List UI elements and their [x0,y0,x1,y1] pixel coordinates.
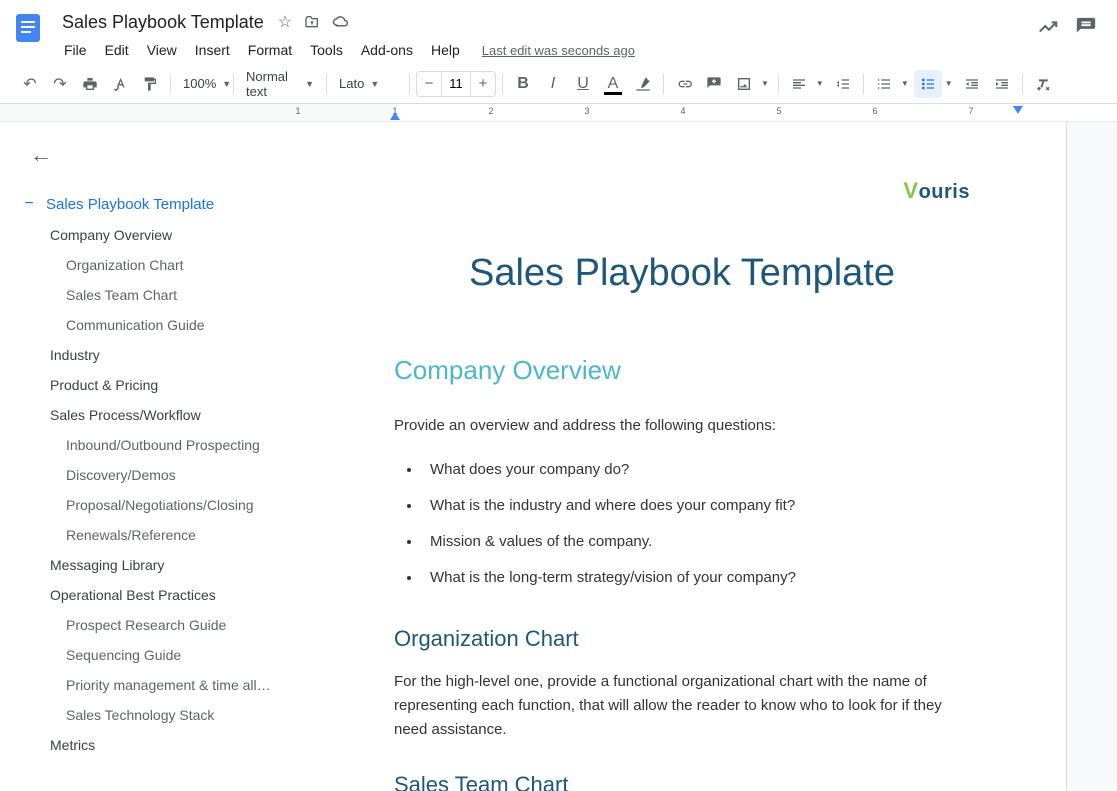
cloud-icon[interactable] [332,12,350,32]
text-color-button[interactable]: A [599,70,627,98]
outline-item[interactable]: Inbound/Outbound Prospecting [12,430,286,460]
heading-org-chart: Organization Chart [394,626,970,652]
analytics-icon[interactable] [1037,16,1059,44]
menu-file[interactable]: File [56,38,95,62]
header-center: Sales Playbook Template ☆ File Edit View… [56,8,1037,64]
increase-indent-button[interactable] [988,70,1016,98]
outline-item[interactable]: Messaging Library [12,550,286,580]
collapse-icon[interactable]: − [22,195,36,213]
document-canvas[interactable]: Vouris Sales Playbook Template Company O… [298,122,1117,791]
outline-item[interactable]: Sales Technology Stack [12,700,286,730]
heading-sales-team: Sales Team Chart [394,772,970,791]
align-dropdown-icon[interactable]: ▼ [813,79,827,88]
outline-item[interactable]: Industry [12,340,286,370]
outline-item[interactable]: Discovery/Demos [12,460,286,490]
font-size-decrease[interactable]: − [417,75,441,92]
redo-button[interactable]: ↷ [46,70,74,98]
outline-item[interactable]: Product & Pricing [12,370,286,400]
align-button[interactable] [785,70,813,98]
bullet-item: Mission & values of the company. [422,524,970,560]
outline-item[interactable]: Sales Team Chart [12,280,286,310]
ruler-tick: 3 [584,106,589,116]
ruler-tick: 6 [872,106,877,116]
insert-image-button[interactable] [730,70,758,98]
document-title[interactable]: Sales Playbook Template [56,10,270,35]
outline-item[interactable]: Communication Guide [12,310,286,340]
zoom-select[interactable]: 100%▼ [177,70,227,98]
toolbar: ↶ ↷ 100%▼ Normal text▼ Lato▼ − + B I U A… [0,64,1117,104]
header: Sales Playbook Template ☆ File Edit View… [0,0,1117,64]
star-icon[interactable]: ☆ [278,12,292,32]
numbered-list-dropdown-icon[interactable]: ▼ [898,79,912,88]
ruler-right-indent-icon[interactable] [1013,106,1023,114]
font-size-control: − + [416,71,496,97]
bullet-item: What is the long-term strategy/vision of… [422,560,970,596]
outline-item[interactable]: Metrics [12,730,286,760]
outline-item[interactable]: Priority management & time all… [12,670,286,700]
font-size-input[interactable] [441,72,471,96]
decrease-indent-button[interactable] [958,70,986,98]
spellcheck-button[interactable] [106,70,134,98]
ruler-tick: 5 [776,106,781,116]
doc-title-heading: Sales Playbook Template [394,252,970,295]
menu-edit[interactable]: Edit [97,38,137,62]
italic-button[interactable]: I [539,70,567,98]
ruler-tick: 1 [295,106,300,116]
highlight-color-button[interactable] [629,70,657,98]
outline-item[interactable]: Sequencing Guide [12,640,286,670]
menu-help[interactable]: Help [423,38,468,62]
brand-logo: Vouris [903,178,970,204]
paragraph: For the high-level one, provide a functi… [394,670,970,742]
insert-comment-button[interactable] [700,70,728,98]
move-icon[interactable] [304,12,320,32]
bullet-list: What does your company do?What is the in… [422,452,970,596]
font-size-increase[interactable]: + [471,75,495,92]
paragraph-style-select[interactable]: Normal text▼ [240,70,320,98]
bullet-item: What does your company do? [422,452,970,488]
bulleted-list-dropdown-icon[interactable]: ▼ [942,79,956,88]
undo-button[interactable]: ↶ [16,70,44,98]
menu-tools[interactable]: Tools [302,38,351,62]
menu-addons[interactable]: Add-ons [353,38,421,62]
heading-company-overview: Company Overview [394,355,970,386]
outline-item[interactable]: Proposal/Negotiations/Closing [12,490,286,520]
outline-sidebar: ← − Sales Playbook Template Company Over… [0,122,298,791]
outline-back-icon[interactable]: ← [12,142,52,168]
clear-formatting-button[interactable] [1029,70,1057,98]
page: Vouris Sales Playbook Template Company O… [298,122,1066,791]
menu-bar: File Edit View Insert Format Tools Add-o… [56,36,1037,64]
ruler-left-indent-icon[interactable] [390,112,400,120]
menu-format[interactable]: Format [240,38,300,62]
last-edit-link[interactable]: Last edit was seconds ago [482,43,635,58]
line-spacing-button[interactable] [829,70,857,98]
ruler-tick: 7 [968,106,973,116]
outline-item-top[interactable]: − Sales Playbook Template [12,188,286,220]
paragraph: Provide an overview and address the foll… [394,414,970,438]
outline-item[interactable]: Organization Chart [12,250,286,280]
ruler-tick: 2 [488,106,493,116]
bold-button[interactable]: B [509,70,537,98]
ruler-tick: 4 [680,106,685,116]
numbered-list-button[interactable] [870,70,898,98]
comments-icon[interactable] [1075,16,1097,44]
outline-item-label: Sales Playbook Template [46,196,214,213]
outline-item[interactable]: Renewals/Reference [12,520,286,550]
outline-item[interactable]: Prospect Research Guide [12,610,286,640]
bulleted-list-button[interactable] [914,70,942,98]
menu-view[interactable]: View [139,38,185,62]
outline-item[interactable]: Sales Process/Workflow [12,400,286,430]
print-button[interactable] [76,70,104,98]
outline-item[interactable]: Operational Best Practices [12,580,286,610]
insert-link-button[interactable] [670,70,698,98]
docs-icon[interactable] [8,8,48,48]
paint-format-button[interactable] [136,70,164,98]
ruler[interactable]: 1 1 2 3 4 5 6 7 [0,104,1117,122]
underline-button[interactable]: U [569,70,597,98]
font-select[interactable]: Lato▼ [333,70,403,98]
outline-item[interactable]: Company Overview [12,220,286,250]
image-dropdown-icon[interactable]: ▼ [758,79,772,88]
bullet-item: What is the industry and where does your… [422,488,970,524]
menu-insert[interactable]: Insert [187,38,238,62]
